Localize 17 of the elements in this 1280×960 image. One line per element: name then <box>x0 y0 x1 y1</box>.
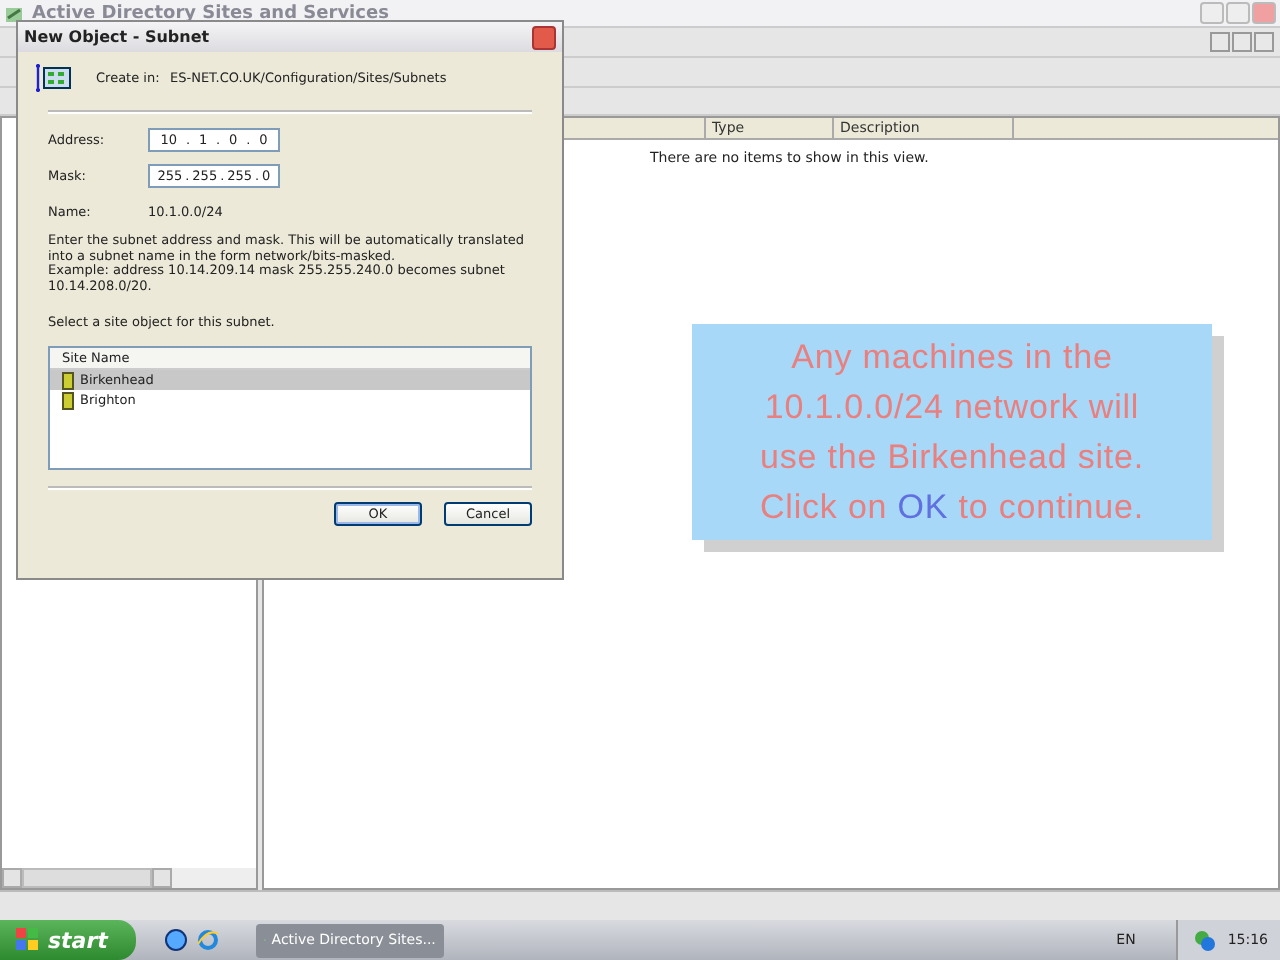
window-title: Active Directory Sites and Services <box>32 3 389 23</box>
minimize-button[interactable] <box>1210 32 1230 52</box>
restore-button[interactable] <box>1232 32 1252 52</box>
network-globe-icon <box>1193 929 1216 951</box>
minimize-button[interactable] <box>1200 2 1224 24</box>
scroll-left-button[interactable] <box>2 868 22 888</box>
callout-text: Any machines in the 10.1.0.0/24 network will use the Birkenhead site. Click on OK to continue. <box>758 336 1146 530</box>
windows-flag-icon <box>16 928 40 952</box>
close-button[interactable] <box>532 25 556 49</box>
scroll-thumb[interactable] <box>22 868 152 888</box>
scroll-right-button[interactable] <box>152 868 172 888</box>
maximize-button[interactable] <box>1226 2 1250 24</box>
browser-e-icon <box>195 928 220 952</box>
horizontal-scrollbar[interactable] <box>2 868 256 888</box>
dialog-title: New Object - Subnet <box>24 28 210 46</box>
circle-arrows-icon <box>163 928 188 952</box>
subnet-icon <box>36 64 72 92</box>
